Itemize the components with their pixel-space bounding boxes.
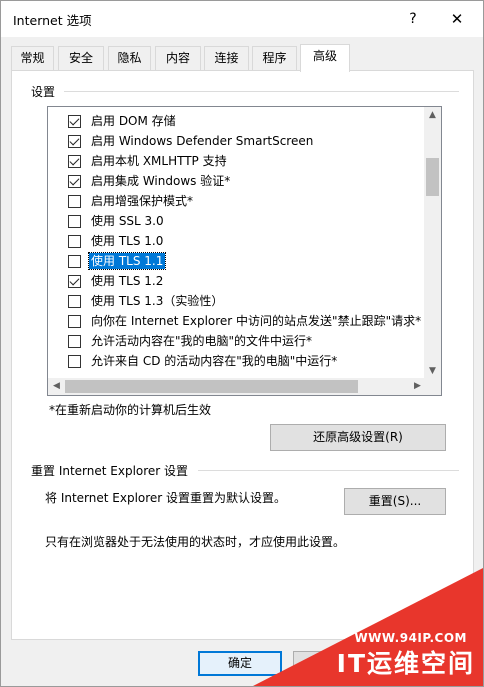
close-button[interactable]: ✕ xyxy=(441,5,473,33)
tab-connections[interactable]: 连接 xyxy=(204,46,249,70)
reset-group-label: 重置 Internet Explorer 设置 xyxy=(31,464,189,478)
horizontal-scrollbar[interactable]: ◀ ▶ xyxy=(48,378,426,395)
list-item[interactable]: 使用 TLS 1.2 xyxy=(68,271,426,291)
list-item-label: 使用 TLS 1.2 xyxy=(91,274,164,288)
list-item-label: 使用 TLS 1.0 xyxy=(91,234,164,248)
list-item[interactable]: 使用 TLS 1.3（实验性） xyxy=(68,291,426,311)
advanced-tab-panel: 设置 启用 DOM 存储 启用 Windows Defender SmartSc… xyxy=(11,70,474,640)
list-item-label: 向你在 Internet Explorer 中访问的站点发送"禁止跟踪"请求* xyxy=(91,314,422,328)
checkbox-checked[interactable] xyxy=(68,155,81,168)
list-item[interactable]: 启用 DOM 存储 xyxy=(68,111,426,131)
tab-content[interactable]: 内容 xyxy=(155,46,201,70)
checkbox-unchecked[interactable] xyxy=(68,315,81,328)
scroll-up-arrow-icon[interactable]: ▲ xyxy=(424,107,441,124)
watermark-url: WWW.94IP.COM xyxy=(354,631,467,645)
list-item-label: 启用集成 Windows 验证* xyxy=(91,174,231,188)
tab-strip: 常规 安全 隐私 内容 连接 程序 高级 xyxy=(11,44,475,72)
checkbox-checked[interactable] xyxy=(68,135,81,148)
checkbox-unchecked[interactable] xyxy=(68,195,81,208)
list-item[interactable]: 启用增强保护模式* xyxy=(68,191,426,211)
list-item[interactable]: 启用 Windows Defender SmartScreen xyxy=(68,131,426,151)
list-item-label: 使用 TLS 1.3（实验性） xyxy=(91,294,224,308)
title-bar: Internet 选项 ? ✕ xyxy=(1,1,483,37)
settings-group-label: 设置 xyxy=(31,85,56,99)
reset-button[interactable]: 重置(S)... xyxy=(344,488,446,515)
vertical-scrollbar[interactable]: ▲ ▼ xyxy=(424,107,441,380)
reset-group-divider xyxy=(198,470,459,471)
checkbox-unchecked[interactable] xyxy=(68,295,81,308)
list-item-label: 启用增强保护模式* xyxy=(91,194,194,208)
window-title: Internet 选项 xyxy=(13,13,92,28)
settings-list-items: 启用 DOM 存储 启用 Windows Defender SmartScree… xyxy=(48,107,426,380)
checkbox-unchecked[interactable] xyxy=(68,235,81,248)
list-item[interactable]: 允许来自 CD 的活动内容在"我的电脑"中运行* xyxy=(68,351,426,371)
tab-programs[interactable]: 程序 xyxy=(252,46,297,70)
checkbox-unchecked[interactable] xyxy=(68,255,81,268)
watermark-brand: IT运维空间 xyxy=(336,649,475,678)
vertical-scroll-thumb[interactable] xyxy=(426,158,439,196)
watermark: WWW.94IP.COM IT运维空间 xyxy=(253,568,483,686)
checkbox-unchecked[interactable] xyxy=(68,215,81,228)
list-item-label: 启用 Windows Defender SmartScreen xyxy=(91,134,314,148)
settings-group-divider xyxy=(64,91,459,92)
checkbox-checked[interactable] xyxy=(68,175,81,188)
help-button[interactable]: ? xyxy=(399,5,427,33)
restart-note: *在重新启动你的计算机后生效 xyxy=(49,403,212,417)
list-item[interactable]: 使用 SSL 3.0 xyxy=(68,211,426,231)
restore-advanced-settings-button[interactable]: 还原高级设置(R) xyxy=(270,424,446,451)
list-item-label: 允许活动内容在"我的电脑"的文件中运行* xyxy=(91,334,313,348)
list-item[interactable]: 允许活动内容在"我的电脑"的文件中运行* xyxy=(68,331,426,351)
list-item[interactable]: 向你在 Internet Explorer 中访问的站点发送"禁止跟踪"请求* xyxy=(68,311,426,331)
checkbox-checked[interactable] xyxy=(68,115,81,128)
tab-advanced[interactable]: 高级 xyxy=(300,44,350,72)
tab-privacy[interactable]: 隐私 xyxy=(108,46,151,70)
list-item-selected[interactable]: 使用 TLS 1.1 xyxy=(68,251,426,271)
list-item-label: 使用 TLS 1.1 xyxy=(87,252,167,270)
checkbox-unchecked[interactable] xyxy=(68,355,81,368)
list-item-label: 允许来自 CD 的活动内容在"我的电脑"中运行* xyxy=(91,354,338,368)
reset-warning: 只有在浏览器处于无法使用的状态时，才应使用此设置。 xyxy=(45,535,346,549)
checkbox-unchecked[interactable] xyxy=(68,335,81,348)
reset-description: 将 Internet Explorer 设置重置为默认设置。 xyxy=(45,491,287,505)
tab-general[interactable]: 常规 xyxy=(11,46,54,70)
tab-security[interactable]: 安全 xyxy=(58,46,104,70)
scroll-left-arrow-icon[interactable]: ◀ xyxy=(48,378,65,395)
settings-list[interactable]: 启用 DOM 存储 启用 Windows Defender SmartScree… xyxy=(47,106,442,396)
internet-options-dialog: Internet 选项 ? ✕ 常规 安全 隐私 内容 连接 程序 高级 设置 … xyxy=(0,0,484,687)
list-item-label: 启用本机 XMLHTTP 支持 xyxy=(91,154,227,168)
horizontal-scroll-thumb[interactable] xyxy=(65,380,358,393)
list-item[interactable]: 启用本机 XMLHTTP 支持 xyxy=(68,151,426,171)
list-item-label: 启用 DOM 存储 xyxy=(91,114,176,128)
list-item[interactable]: 使用 TLS 1.0 xyxy=(68,231,426,251)
scrollbar-corner xyxy=(424,378,441,395)
checkbox-checked[interactable] xyxy=(68,275,81,288)
list-item[interactable]: 启用集成 Windows 验证* xyxy=(68,171,426,191)
list-item-label: 使用 SSL 3.0 xyxy=(91,214,164,228)
